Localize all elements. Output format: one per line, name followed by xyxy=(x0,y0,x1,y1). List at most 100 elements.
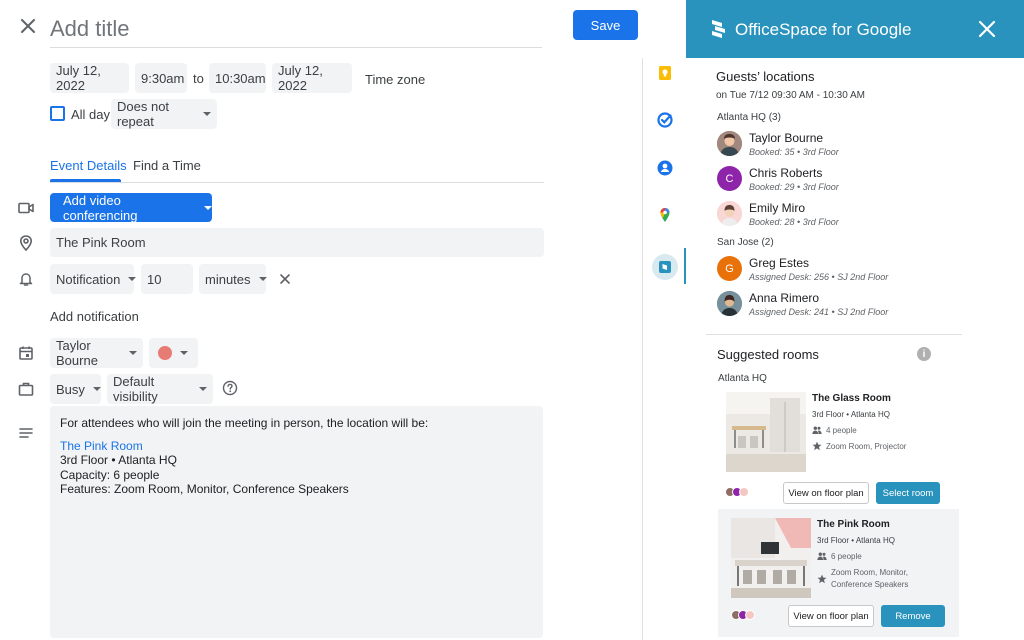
all-day-checkbox[interactable] xyxy=(50,106,65,121)
room-capacity: 4 people xyxy=(826,426,857,435)
notification-amount-input[interactable]: 10 xyxy=(141,264,193,294)
add-notification-link[interactable]: Add notification xyxy=(50,309,139,324)
contacts-icon[interactable] xyxy=(656,159,674,177)
calendar-owner-select[interactable]: Taylor Bourne xyxy=(50,338,143,368)
video-conf-label: Add video conferencing xyxy=(63,192,138,223)
star-icon xyxy=(812,441,822,451)
description-floor: 3rd Floor • Atlanta HQ xyxy=(60,453,177,467)
remove-notification-icon[interactable] xyxy=(277,271,293,287)
chevron-down-icon xyxy=(129,351,137,355)
timezone-button[interactable]: Time zone xyxy=(365,72,425,87)
chevron-down-icon xyxy=(128,277,137,281)
chevron-down-icon xyxy=(204,205,212,210)
description-features: Features: Zoom Room, Monitor, Conference… xyxy=(60,482,349,496)
end-date-text: July 12, 2022 xyxy=(278,63,323,93)
notification-amount-value: 10 xyxy=(147,271,162,287)
star-icon xyxy=(817,574,827,584)
video-camera-icon xyxy=(17,199,35,217)
description-capacity: Capacity: 6 people xyxy=(60,467,160,482)
room-features: Zoom Room, Monitor, Conference Speakers xyxy=(831,567,908,591)
officespace-logo-icon xyxy=(710,18,728,40)
tab-event-details[interactable]: Event Details xyxy=(50,158,127,173)
visibility-value: Default visibility xyxy=(113,374,158,404)
guest-group-label: Atlanta HQ (3) xyxy=(717,112,781,123)
save-button[interactable]: Save xyxy=(573,10,638,40)
room-name: The Glass Room xyxy=(812,393,891,404)
chevron-down-icon xyxy=(92,387,101,391)
glass-room-photo xyxy=(726,392,806,472)
start-date-picker[interactable]: July 12, 2022 xyxy=(50,63,129,93)
availability-select[interactable]: Busy xyxy=(50,374,101,404)
description-icon xyxy=(17,424,35,442)
chevron-down-icon xyxy=(203,112,211,116)
title-input[interactable] xyxy=(50,10,542,48)
bell-icon xyxy=(17,270,35,288)
start-time-picker[interactable]: 9:30am xyxy=(135,63,187,93)
remove-room-button[interactable]: Remove xyxy=(881,605,945,627)
chevron-down-icon xyxy=(180,351,188,355)
officespace-panel: OfficeSpace for Google Guests’ locations… xyxy=(686,0,1024,640)
calendar-owner-value: Taylor Bourne xyxy=(56,338,98,368)
room-name: The Pink Room xyxy=(817,519,890,530)
description-intro: For attendees who will join the meeting … xyxy=(60,416,429,430)
guest-name: Greg Estes xyxy=(749,256,810,270)
tabs-divider xyxy=(50,182,544,183)
rooms-heading: Suggested rooms xyxy=(717,347,819,362)
calendar-icon xyxy=(17,344,35,362)
guest-meta: Booked: 29 • 3rd Floor xyxy=(749,182,839,192)
availability-value: Busy xyxy=(56,381,85,397)
notification-unit-select[interactable]: minutes xyxy=(199,264,267,294)
section-divider xyxy=(706,334,962,335)
notification-type-value: Notification xyxy=(56,271,121,287)
briefcase-icon xyxy=(17,380,35,398)
guest-meta: Assigned Desk: 241 • SJ 2nd Floor xyxy=(749,307,889,317)
info-icon[interactable]: i xyxy=(917,347,931,361)
avatar xyxy=(717,131,742,156)
people-icon xyxy=(812,425,822,435)
avatar-initial: C xyxy=(725,172,734,185)
view-on-floor-plan-button[interactable]: View on floor plan xyxy=(783,482,869,504)
close-icon[interactable] xyxy=(16,14,40,38)
keep-icon[interactable] xyxy=(656,64,674,82)
select-room-button[interactable]: Select room xyxy=(876,482,940,504)
avatar xyxy=(739,487,749,497)
notification-unit-value: minutes xyxy=(205,271,251,287)
visibility-select[interactable]: Default visibility xyxy=(107,374,213,404)
pink-room-photo xyxy=(731,518,811,598)
guest-meta: Booked: 28 • 3rd Floor xyxy=(749,217,839,227)
repeat-select[interactable]: Does not repeat xyxy=(111,99,217,129)
notification-type-select[interactable]: Notification xyxy=(50,264,137,294)
help-icon[interactable] xyxy=(222,380,238,396)
room-floor: 3rd Floor • Atlanta HQ xyxy=(817,536,895,545)
close-icon[interactable] xyxy=(977,19,997,39)
description-room-link[interactable]: The Pink Room xyxy=(60,439,533,454)
end-time-picker[interactable]: 10:30am xyxy=(209,63,266,93)
event-editor: Save July 12, 2022 9:30am to 10:30am Jul… xyxy=(0,0,642,640)
description-editor[interactable]: For attendees who will join the meeting … xyxy=(50,406,543,638)
end-date-picker[interactable]: July 12, 2022 xyxy=(272,63,352,93)
location-input[interactable]: The Pink Room xyxy=(50,228,544,257)
panel-title: OfficeSpace for Google xyxy=(735,20,912,39)
people-icon xyxy=(817,551,827,561)
officespace-app-icon[interactable] xyxy=(656,258,674,276)
room-features-line: Conference Speakers xyxy=(831,580,909,589)
guest-meta: Assigned Desk: 256 • SJ 2nd Floor xyxy=(749,272,889,282)
add-video-conferencing-button[interactable]: Add video conferencing xyxy=(50,192,212,223)
avatar: C xyxy=(717,166,742,191)
location-pin-icon xyxy=(17,234,35,252)
guest-name: Chris Roberts xyxy=(749,166,823,180)
start-time-text: 9:30am xyxy=(141,70,185,86)
avatar: G xyxy=(717,256,742,281)
guest-meta: Booked: 35 • 3rd Floor xyxy=(749,147,839,157)
end-time-text: 10:30am xyxy=(215,70,266,86)
maps-icon[interactable] xyxy=(656,206,674,224)
rooms-location: Atlanta HQ xyxy=(718,373,767,384)
tasks-icon[interactable] xyxy=(656,111,674,129)
view-on-floor-plan-button[interactable]: View on floor plan xyxy=(788,605,874,627)
avatar-initial: G xyxy=(725,262,734,275)
avatar xyxy=(745,610,755,620)
event-color-select[interactable] xyxy=(149,338,198,368)
tab-find-a-time[interactable]: Find a Time xyxy=(133,158,201,173)
repeat-value: Does not repeat xyxy=(117,99,170,129)
to-label: to xyxy=(193,71,204,86)
